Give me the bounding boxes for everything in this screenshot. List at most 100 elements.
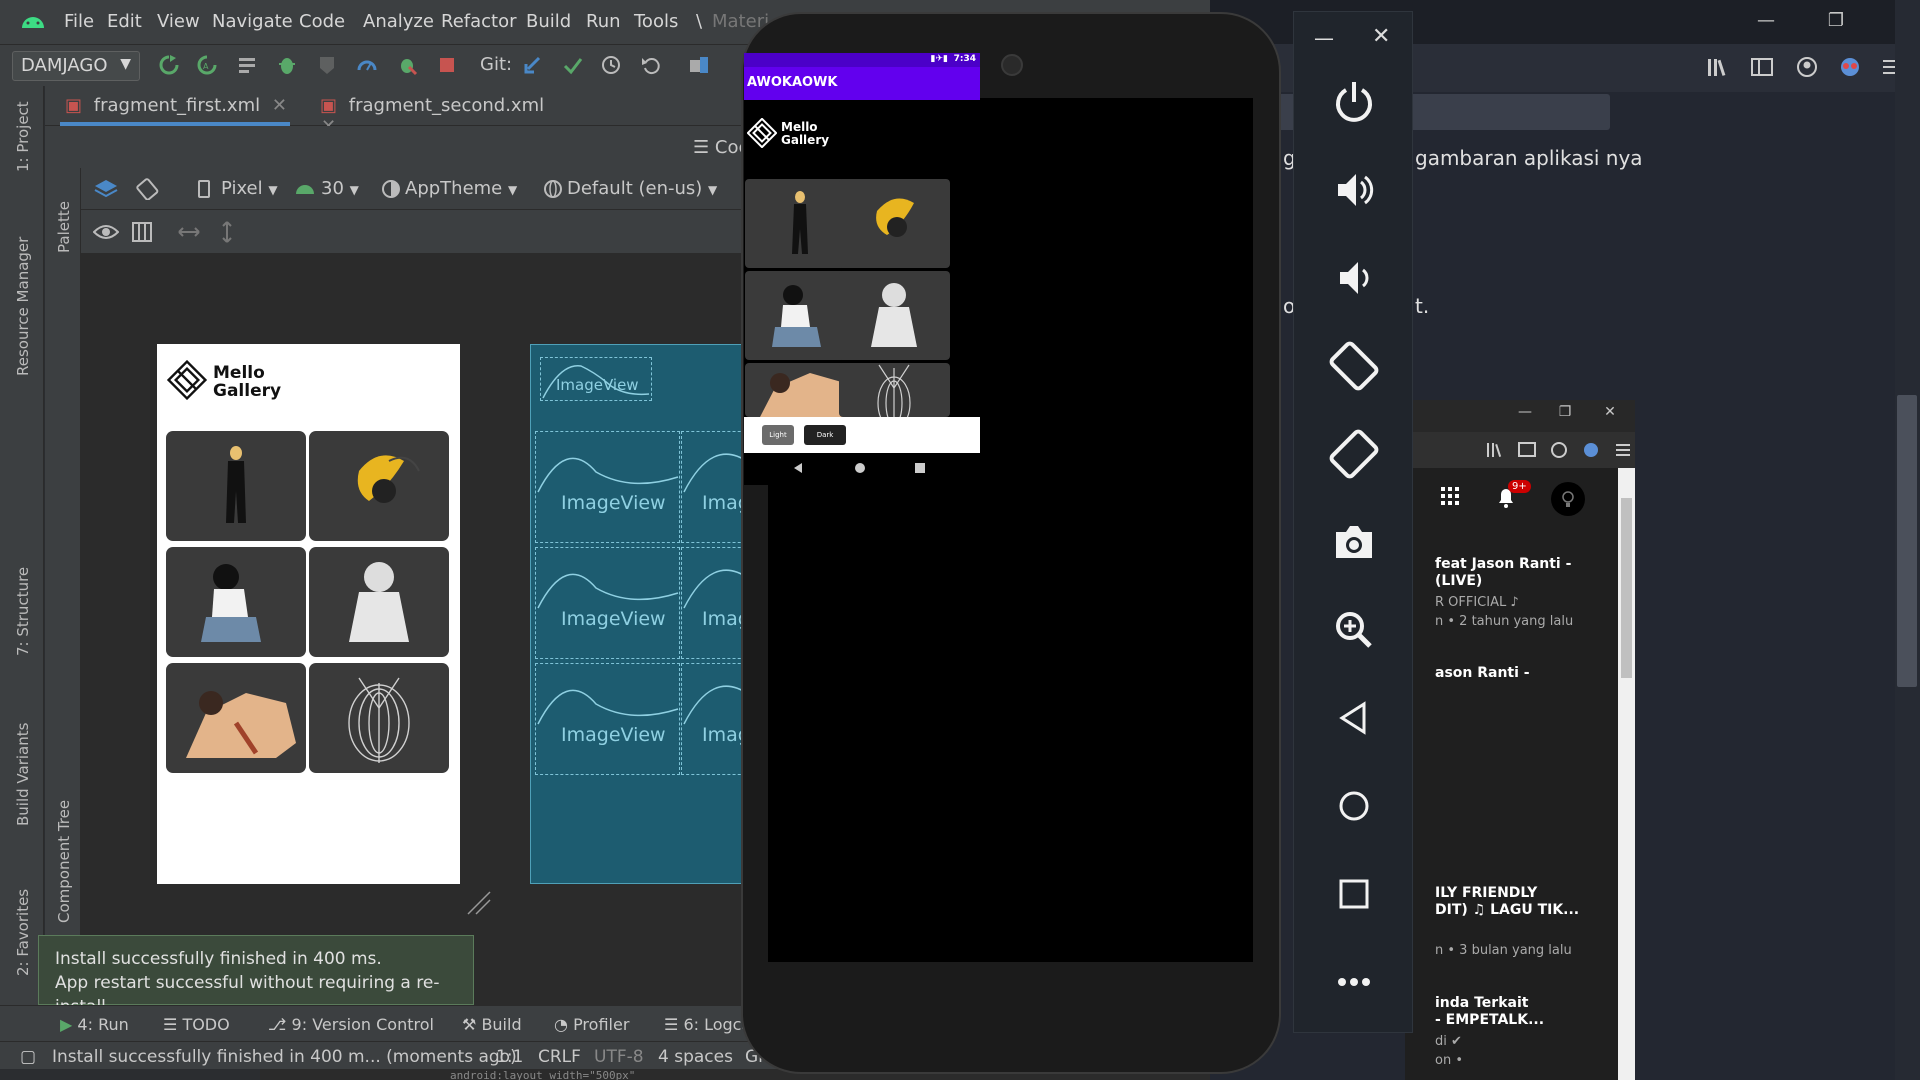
tool-resource-manager[interactable]: Resource Manager (14, 237, 32, 376)
menu-refactor[interactable]: Refactor (441, 11, 517, 32)
video-title[interactable]: feat Jason Ranti - (1435, 556, 1571, 573)
light-theme-button[interactable]: Light (762, 425, 794, 445)
page-scrollbar[interactable] (1895, 0, 1920, 1080)
menu-navigate[interactable]: Navigate (212, 11, 293, 32)
video-title[interactable]: - EMPETALK... (1435, 1012, 1544, 1029)
device-dropdown[interactable]: Pixel ▼ (221, 178, 278, 199)
git-commit-icon[interactable] (562, 54, 584, 76)
tab-fragment-first[interactable]: ▣ fragment_first.xml ✕ (60, 86, 290, 126)
minimize-icon[interactable]: — (1505, 404, 1545, 420)
channel-name[interactable]: R OFFICIAL ♪ (1435, 595, 1519, 610)
tool-favorites[interactable]: 2: Favorites (14, 889, 32, 976)
blueprint-imageview[interactable]: ImageView (535, 663, 680, 775)
eye-icon[interactable] (93, 222, 119, 242)
rollback-icon[interactable] (640, 54, 662, 76)
restore-icon[interactable]: ❐ (1816, 10, 1856, 31)
tool-run[interactable]: ▶ 4: Run (60, 1015, 129, 1034)
tool-component-tree[interactable]: Component Tree (55, 800, 73, 923)
channel-name[interactable]: di ✔ (1435, 1034, 1462, 1049)
caret-position[interactable]: 1:1 (496, 1047, 523, 1067)
camera-icon[interactable] (1324, 512, 1384, 572)
extension-icon[interactable] (1581, 440, 1601, 460)
orientation-icon[interactable] (135, 178, 159, 200)
popup-scrollbar[interactable] (1618, 468, 1635, 1080)
nav-back-icon[interactable] (792, 462, 804, 474)
gallery-image[interactable] (839, 271, 950, 360)
avatar[interactable] (1551, 482, 1585, 516)
tool-build[interactable]: ⚒ Build (462, 1015, 522, 1034)
resize-handle-icon[interactable] (466, 890, 492, 916)
menu-file[interactable]: File (64, 11, 94, 32)
notification-balloon[interactable]: Install successfully finished in 400 ms.… (38, 935, 474, 1017)
video-title[interactable]: DIT) ♫ LAGU TIK... (1435, 902, 1579, 919)
tool-palette[interactable]: Palette (55, 201, 73, 253)
gallery-image[interactable] (839, 363, 950, 417)
git-update-icon[interactable] (522, 54, 544, 76)
theme-dropdown[interactable]: AppTheme ▼ (405, 178, 517, 199)
tool-structure[interactable]: 7: Structure (14, 567, 32, 656)
device-manager-icon[interactable] (688, 54, 710, 76)
back-icon[interactable] (1324, 688, 1384, 748)
video-title[interactable]: inda Terkait (1435, 995, 1528, 1012)
nav-home-icon[interactable] (854, 462, 866, 474)
apply-code-changes-icon[interactable]: A (196, 54, 218, 76)
layers-icon[interactable] (93, 178, 119, 200)
menu-view[interactable]: View (157, 11, 200, 32)
close-icon[interactable]: ✕ (1372, 24, 1390, 49)
more-icon[interactable] (1324, 952, 1384, 1012)
volume-up-icon[interactable] (1324, 160, 1384, 220)
library-icon[interactable] (1706, 56, 1732, 78)
locale-dropdown[interactable]: Default (en-us) ▼ (567, 178, 717, 199)
zoom-icon[interactable] (1324, 600, 1384, 660)
menu-tools[interactable]: Tools (634, 11, 678, 32)
history-icon[interactable] (600, 54, 622, 76)
nav-overview-icon[interactable] (914, 462, 926, 474)
close-icon[interactable]: ✕ (272, 95, 287, 116)
vertical-resize-icon[interactable] (217, 220, 237, 244)
sidebar-icon[interactable] (1517, 440, 1537, 460)
tool-version-control[interactable]: ⎇ 9: Version Control (268, 1015, 434, 1034)
menu-build[interactable]: Build (526, 11, 571, 32)
sidebar-icon[interactable] (1750, 56, 1774, 78)
video-title[interactable]: ason Ranti - (1435, 665, 1530, 682)
menu-code[interactable]: Code (299, 11, 345, 32)
apply-changes-icon[interactable] (158, 54, 180, 76)
gallery-image[interactable] (839, 179, 950, 268)
volume-down-icon[interactable] (1324, 248, 1384, 308)
tool-project[interactable]: 1: Project (14, 101, 32, 172)
rotate-right-icon[interactable] (1324, 424, 1384, 484)
status-message[interactable]: Install successfully finished in 400 m..… (52, 1047, 517, 1067)
file-encoding[interactable]: UTF-8 (594, 1047, 644, 1067)
menu-analyze[interactable]: Analyze (363, 11, 434, 32)
menu-run[interactable]: Run (586, 11, 621, 32)
minimize-icon[interactable]: — (1746, 10, 1786, 31)
indent-setting[interactable]: 4 spaces (658, 1047, 733, 1067)
scrollbar-thumb[interactable] (1897, 395, 1917, 687)
tab-fragment-second[interactable]: ▣ fragment_second.xml ✕ (315, 86, 545, 137)
blueprint-imageview[interactable]: ImageView (535, 547, 680, 659)
video-title[interactable]: ILY FRIENDLY (1435, 885, 1537, 902)
dark-theme-button[interactable]: Dark (804, 425, 846, 445)
line-separator[interactable]: CRLF (538, 1047, 581, 1067)
restore-icon[interactable]: ❐ (1545, 404, 1585, 420)
power-icon[interactable] (1324, 72, 1384, 132)
debug-icon[interactable] (276, 54, 298, 76)
run-config-dropdown[interactable]: DAMJAGO ▼ (12, 51, 140, 81)
make-project-icon[interactable] (236, 54, 258, 76)
extension-icon[interactable] (1838, 56, 1862, 78)
home-icon[interactable] (1324, 776, 1384, 836)
tool-build-variants[interactable]: Build Variants (14, 723, 32, 826)
rotate-left-icon[interactable] (1324, 336, 1384, 396)
tool-todo[interactable]: ☰ TODO (163, 1015, 230, 1034)
account-icon[interactable] (1795, 56, 1819, 78)
attach-debugger-icon[interactable] (396, 54, 418, 76)
menu-edit[interactable]: Edit (107, 11, 142, 32)
close-icon[interactable]: ✕ (1590, 404, 1630, 420)
video-title[interactable]: (LIVE) (1435, 573, 1482, 590)
tool-logcat[interactable]: ☰ 6: Logca (664, 1015, 751, 1034)
profile-icon[interactable] (356, 54, 378, 76)
menu-icon[interactable] (1613, 440, 1633, 460)
api-dropdown[interactable]: 30 ▼ (321, 178, 359, 199)
horizontal-resize-icon[interactable] (177, 222, 201, 242)
account-icon[interactable] (1549, 440, 1569, 460)
